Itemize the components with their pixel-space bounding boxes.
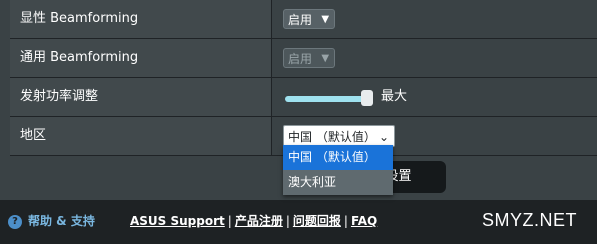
region-dropdown-list: 中国 （默认值） 澳大利亚 xyxy=(283,145,393,195)
link-separator: | xyxy=(343,214,348,228)
universal-beamforming-value: 启用 xyxy=(288,52,313,66)
link-separator: | xyxy=(285,214,290,228)
tx-power-cell: 最大 xyxy=(273,78,597,116)
universal-beamforming-select: 启用 ▼ xyxy=(283,48,336,68)
problem-report-link[interactable]: 问题回报 xyxy=(293,214,341,228)
explicit-beamforming-label: 显性 Beamforming xyxy=(10,0,272,38)
universal-beamforming-cell: 启用 ▼ xyxy=(273,39,597,77)
row-explicit-beamforming: 显性 Beamforming 启用 ▼ xyxy=(10,0,597,39)
region-value: 中国 （默认值） xyxy=(288,130,376,144)
region-label: 地区 xyxy=(10,117,272,155)
row-tx-power: 发射功率调整 最大 xyxy=(10,78,597,117)
tx-power-slider-thumb[interactable] xyxy=(361,90,373,106)
faq-link[interactable]: FAQ xyxy=(351,214,377,228)
chevron-down-icon: ▼ xyxy=(321,53,330,64)
asus-support-link[interactable]: ASUS Support xyxy=(130,214,225,228)
chevron-down-icon: ▼ xyxy=(321,14,330,25)
universal-beamforming-label: 通用 Beamforming xyxy=(10,39,272,77)
help-support-label: 帮助 & 支持 xyxy=(28,214,95,228)
link-separator: | xyxy=(227,214,232,228)
tx-power-value: 最大 xyxy=(381,89,408,104)
settings-table: 显性 Beamforming 启用 ▼ 通用 Beamforming 启用 ▼ … xyxy=(10,0,597,156)
explicit-beamforming-cell: 启用 ▼ xyxy=(273,0,597,38)
region-select[interactable]: 中国 （默认值） ⌄ xyxy=(283,125,395,147)
region-option-china[interactable]: 中国 （默认值） xyxy=(283,145,393,170)
tx-power-slider-track[interactable] xyxy=(285,96,369,102)
row-universal-beamforming: 通用 Beamforming 启用 ▼ xyxy=(10,39,597,78)
tx-power-label: 发射功率调整 xyxy=(10,78,272,116)
watermark: SMYZ.NET xyxy=(482,210,578,230)
product-registration-link[interactable]: 产品注册 xyxy=(235,214,283,228)
explicit-beamforming-select[interactable]: 启用 ▼ xyxy=(283,9,336,29)
footer-links: ASUS Support | 产品注册 | 问题回报 | FAQ xyxy=(130,212,377,229)
question-circle-icon: ? xyxy=(8,215,22,229)
region-option-australia[interactable]: 澳大利亚 xyxy=(283,170,393,195)
explicit-beamforming-value: 启用 xyxy=(288,13,313,27)
